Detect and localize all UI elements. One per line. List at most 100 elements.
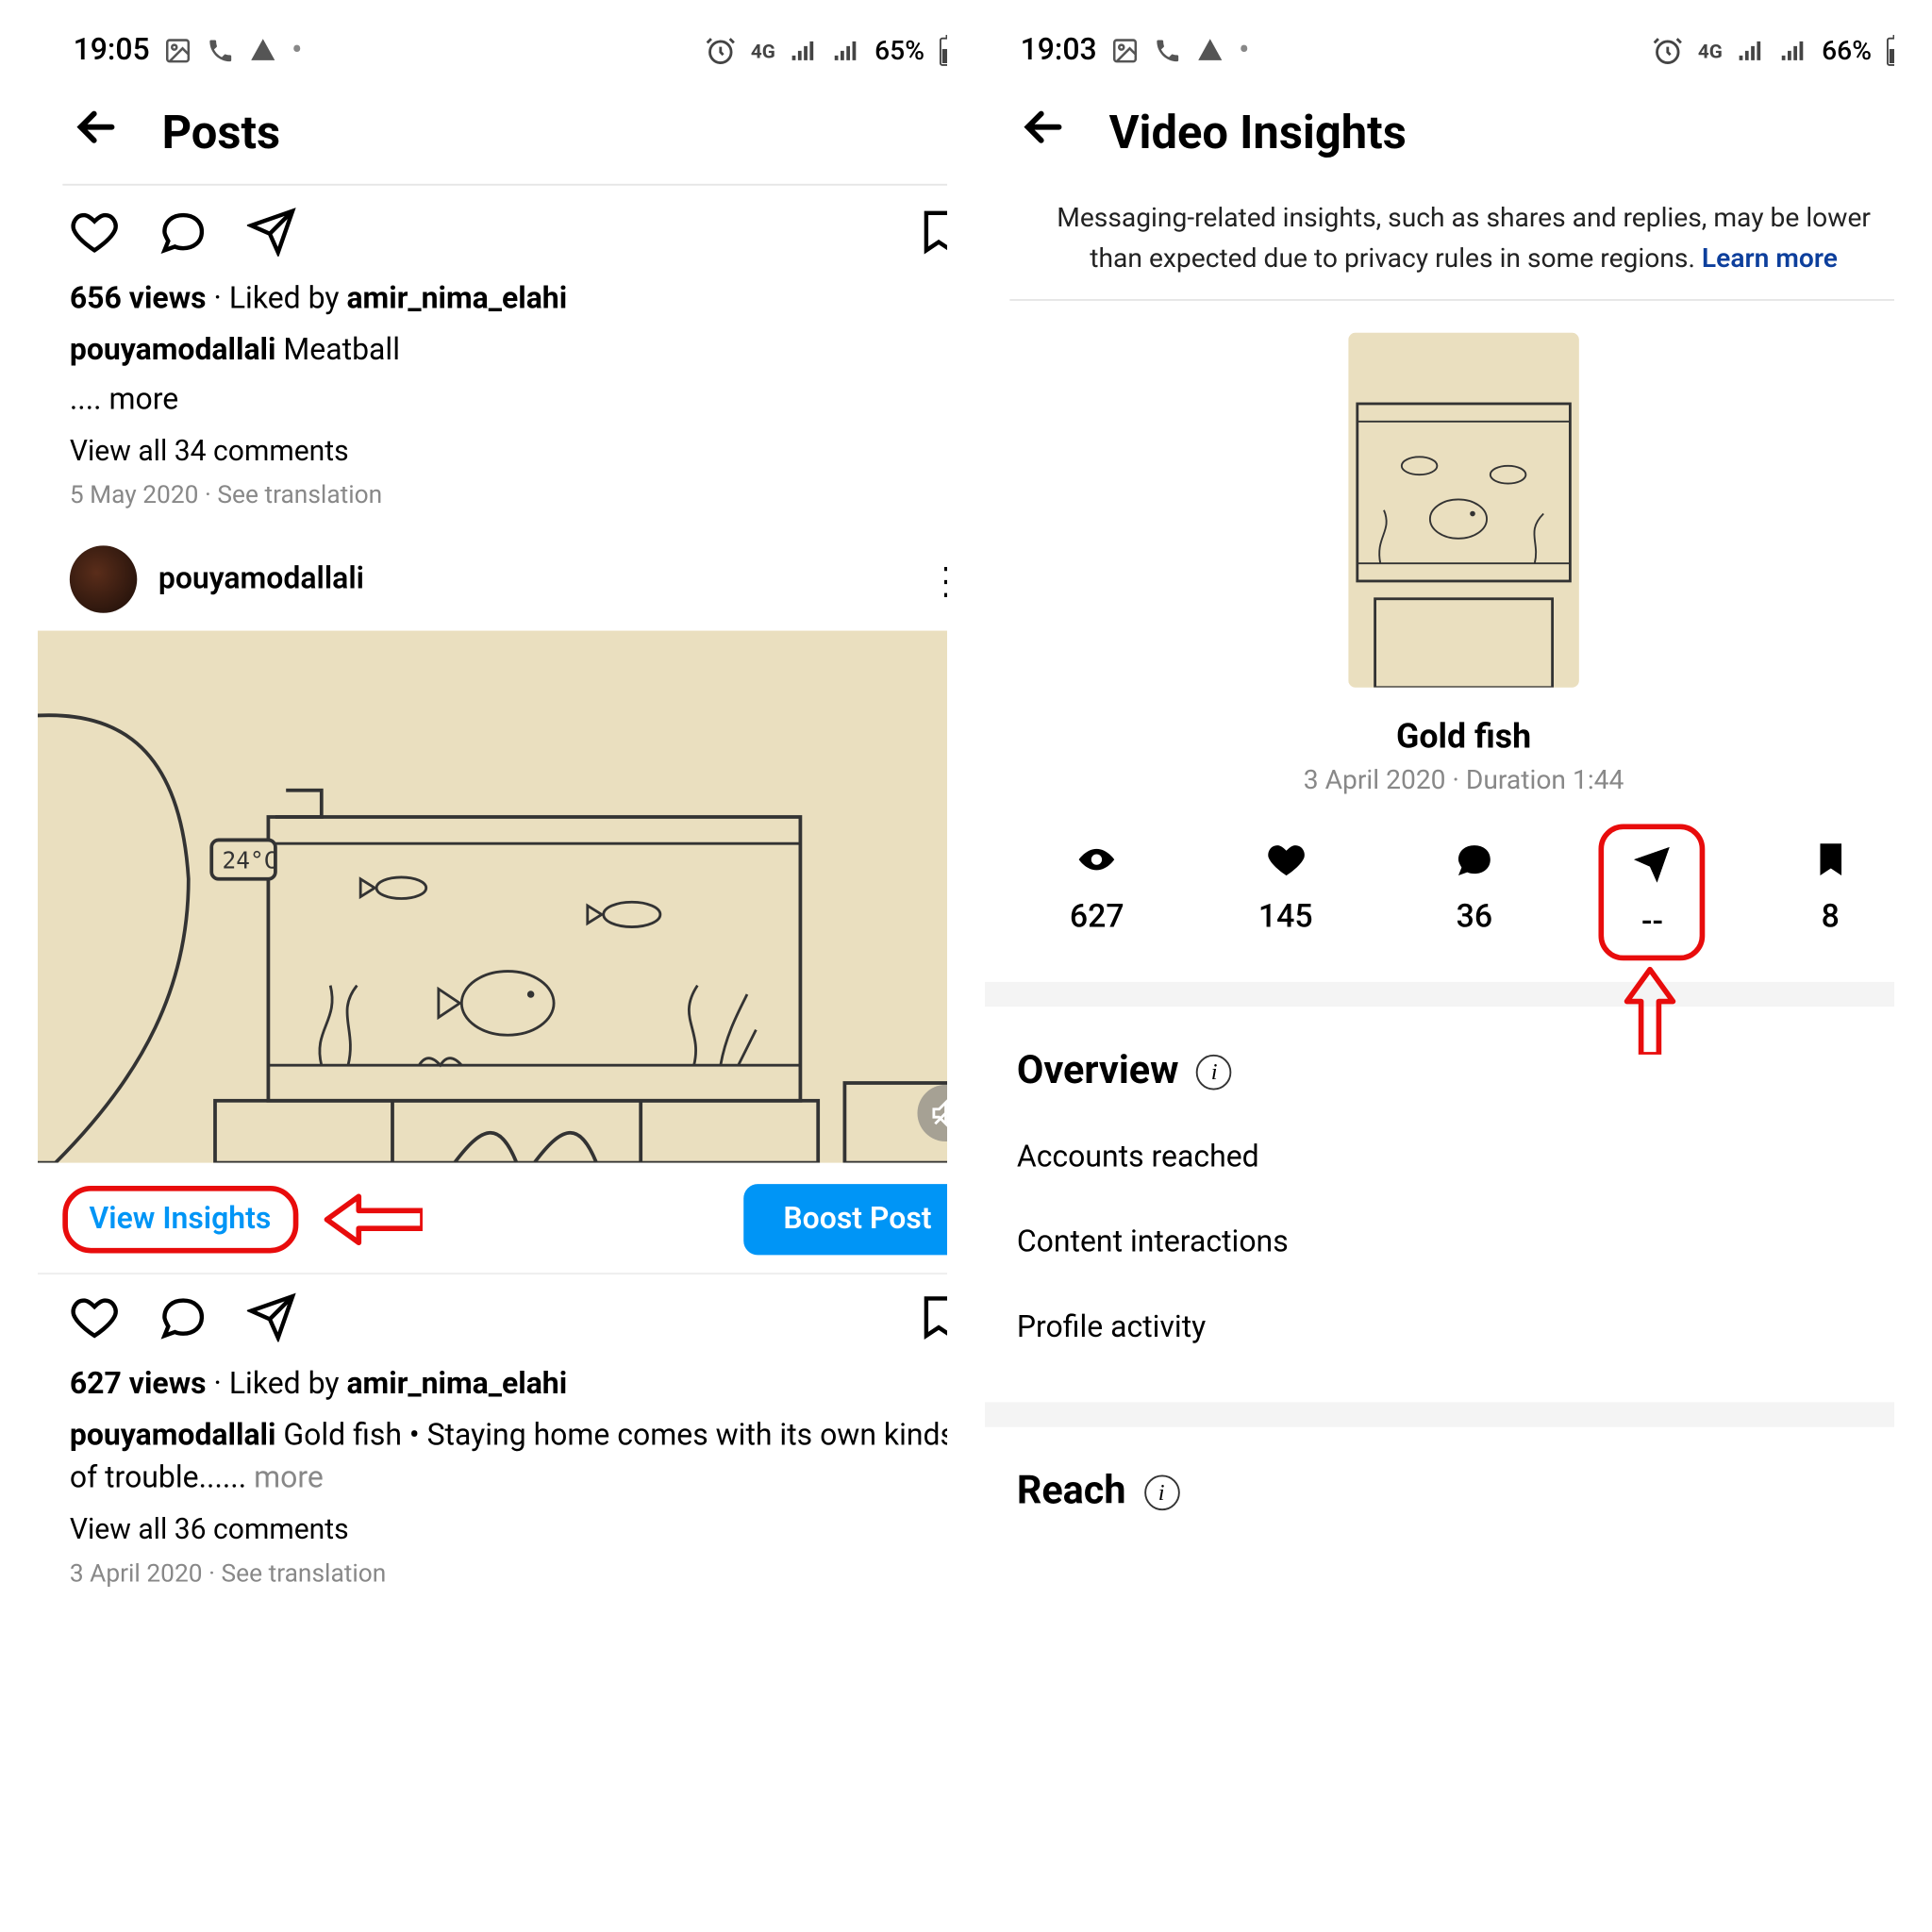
status-time: 19:05	[74, 33, 150, 69]
comment-icon	[1453, 839, 1495, 889]
divider	[1009, 299, 1894, 301]
stat-shares: --	[1599, 824, 1706, 961]
overview-row-interactions[interactable]: Content interactions --	[985, 1200, 1894, 1285]
battery-label: 66%	[1822, 35, 1872, 67]
page-title: Posts	[162, 107, 281, 159]
view-insights-button[interactable]: View Insights	[62, 1186, 297, 1253]
overview-header: Overview i	[985, 1007, 1894, 1115]
video-thumbnail[interactable]	[1348, 333, 1578, 688]
bookmark-icon[interactable]	[914, 1292, 947, 1349]
video-title: Gold fish	[985, 716, 1894, 764]
post-date: 5 May 2020	[70, 482, 199, 510]
alarm-icon	[1652, 35, 1684, 67]
status-dot: •	[291, 33, 302, 69]
boost-post-button[interactable]: Boost Post	[744, 1184, 947, 1255]
stat-comments: 36	[1421, 839, 1527, 947]
view-comments-2[interactable]: View all 36 comments	[38, 1505, 947, 1553]
overview-title: Overview	[1017, 1049, 1179, 1093]
bookmark-icon[interactable]	[914, 207, 947, 263]
back-arrow-icon[interactable]	[1017, 100, 1070, 166]
eye-icon	[1075, 839, 1118, 889]
divider	[62, 184, 947, 186]
phone-icon	[207, 37, 235, 65]
annotation-arrow-up	[1624, 966, 1676, 1055]
more-link[interactable]: .... more	[38, 375, 947, 426]
more-options-icon[interactable]: ⋯	[924, 561, 947, 597]
comment-icon[interactable]	[158, 1292, 208, 1349]
stat-views: 627	[1043, 839, 1150, 947]
meta-dot: ·	[214, 281, 229, 317]
more-link-2[interactable]: more	[254, 1461, 324, 1497]
see-translation-2[interactable]: See translation	[222, 1560, 387, 1589]
status-bar: 19:03 • 4G 66%	[985, 19, 1894, 75]
share-icon[interactable]	[247, 1292, 297, 1349]
caption-username-2[interactable]: pouyamodallali	[70, 1418, 276, 1454]
insights-notice: Messaging-related insights, such as shar…	[985, 184, 1894, 299]
signal-icon-2	[832, 37, 860, 65]
avatar[interactable]	[70, 546, 137, 613]
stat-likes: 145	[1232, 839, 1339, 947]
back-arrow-icon[interactable]	[70, 100, 123, 166]
learn-more-link[interactable]: Learn more	[1702, 242, 1838, 274]
battery-icon	[1886, 35, 1894, 67]
stat-views-value: 627	[1070, 898, 1124, 935]
gallery-icon	[1111, 37, 1140, 65]
liked-by-user-2[interactable]: amir_nima_elahi	[346, 1367, 567, 1403]
annotation-arrow-left	[323, 1193, 422, 1246]
overview-row-reached[interactable]: Accounts reached --	[985, 1115, 1894, 1200]
stat-shares-value: --	[1641, 904, 1663, 941]
battery-label: 65%	[874, 35, 924, 67]
heart-icon[interactable]	[70, 207, 120, 263]
share-icon[interactable]	[247, 207, 297, 263]
page-title: Video Insights	[1109, 107, 1407, 159]
signal-icon-2	[1779, 37, 1807, 65]
liked-by-user[interactable]: amir_nima_elahi	[346, 281, 567, 317]
phone-icon	[1154, 37, 1182, 65]
comment-icon[interactable]	[158, 207, 208, 263]
post-actions	[38, 196, 947, 275]
thick-divider	[985, 1402, 1894, 1426]
caption-text: Meatball	[275, 332, 400, 368]
network-label: 4G	[751, 40, 775, 62]
stat-comments-value: 36	[1457, 898, 1492, 935]
info-icon[interactable]: i	[1196, 1054, 1232, 1090]
liked-by-prefix-2: Liked by	[229, 1367, 347, 1403]
left-screenshot: 19:05 • 4G 65%	[38, 19, 947, 1913]
signal-icon	[1737, 37, 1765, 65]
thick-divider	[985, 982, 1894, 1007]
gallery-icon	[164, 37, 192, 65]
ov-label: Content interactions	[1017, 1224, 1289, 1260]
signal-icon	[790, 37, 818, 65]
battery-icon	[939, 35, 947, 67]
status-bar: 19:05 • 4G 65%	[38, 19, 947, 75]
stat-row: 627 145 36 -- 8	[985, 827, 1894, 982]
post-author[interactable]: pouyamodallali	[158, 561, 364, 597]
status-dot: •	[1239, 33, 1249, 69]
info-icon[interactable]: i	[1143, 1474, 1179, 1510]
warning-icon	[1196, 37, 1224, 65]
heart-icon[interactable]	[70, 1292, 120, 1349]
view-comments[interactable]: View all 34 comments	[38, 426, 947, 475]
heart-icon	[1264, 839, 1307, 889]
ov-label: Accounts reached	[1017, 1140, 1259, 1175]
ov-label: Profile activity	[1017, 1310, 1206, 1346]
share-icon	[1631, 843, 1674, 893]
alarm-icon	[705, 35, 737, 67]
overview-row-activity[interactable]: Profile activity --	[985, 1285, 1894, 1370]
stat-saves-value: 8	[1822, 898, 1840, 935]
see-translation[interactable]: See translation	[217, 482, 382, 510]
liked-by-prefix: Liked by	[229, 281, 347, 317]
stat-saves: 8	[1777, 839, 1884, 947]
stat-likes-value: 145	[1258, 898, 1313, 935]
post-date-2: 3 April 2020	[70, 1560, 203, 1589]
views-count[interactable]: 656 views	[70, 281, 207, 317]
views-count-2[interactable]: 627 views	[70, 1367, 207, 1403]
reach-title: Reach	[1017, 1470, 1126, 1514]
post-actions-2	[38, 1282, 947, 1360]
right-screenshot: 19:03 • 4G 66% Video Insights Messaging-…	[985, 19, 1894, 1913]
bookmark-icon	[1809, 839, 1852, 889]
video-subtitle: 3 April 2020 · Duration 1:44	[985, 764, 1894, 828]
post-image[interactable]: 24°C	[38, 631, 947, 1163]
status-time: 19:03	[1021, 33, 1097, 69]
caption-username[interactable]: pouyamodallali	[70, 332, 276, 368]
